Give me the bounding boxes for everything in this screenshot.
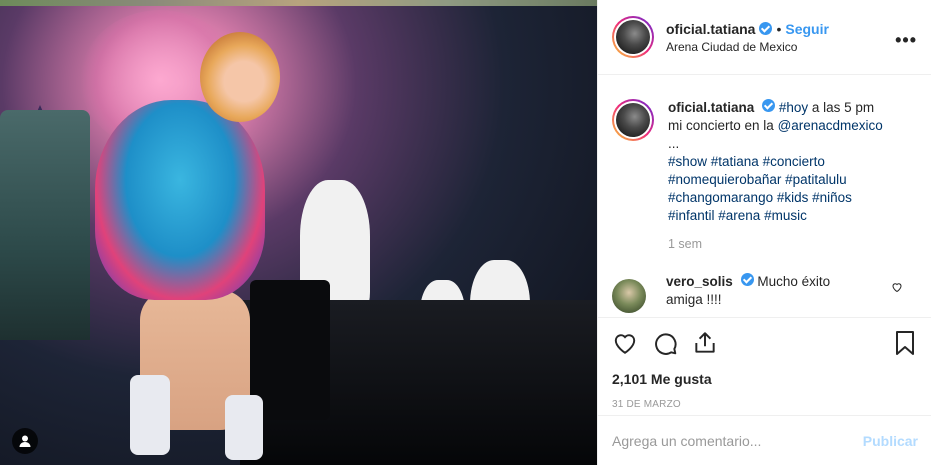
share-icon[interactable] bbox=[692, 330, 718, 356]
action-icons bbox=[612, 318, 917, 368]
caption: oficial.tatiana #hoy a las 5 pm mi conci… bbox=[612, 99, 917, 225]
likes-count[interactable]: 2,101 Me gusta bbox=[612, 371, 917, 387]
user-tag-icon bbox=[19, 435, 31, 447]
verified-icon bbox=[762, 99, 776, 112]
comment-item: vero_solis Mucho éxito amiga !!!! bbox=[612, 273, 917, 313]
add-comment-bar: Agrega un comentario... Publicar bbox=[598, 415, 931, 465]
publish-button[interactable]: Publicar bbox=[863, 433, 918, 449]
singer-head bbox=[200, 32, 280, 122]
singer-boot bbox=[225, 395, 263, 460]
location-link[interactable]: Arena Ciudad de Mexico bbox=[666, 40, 829, 54]
user-tag-button[interactable] bbox=[12, 428, 38, 454]
verified-icon bbox=[759, 22, 773, 35]
singer-boot bbox=[130, 375, 170, 455]
separator-dot: • bbox=[776, 20, 782, 37]
commenter-username[interactable]: vero_solis bbox=[666, 274, 733, 289]
hashtags-line[interactable]: #show #tatiana #concierto bbox=[668, 154, 825, 169]
hashtags-line[interactable]: #changomarango #kids #niños bbox=[668, 190, 852, 205]
hashtags-line[interactable]: #nomequierobañar #patitalulu bbox=[668, 172, 847, 187]
avatar-image bbox=[616, 20, 650, 54]
comment-input[interactable]: Agrega un comentario... bbox=[612, 433, 863, 449]
more-icon[interactable]: ••• bbox=[895, 30, 917, 51]
comment-icon[interactable] bbox=[652, 330, 678, 356]
follow-button[interactable]: Seguir bbox=[785, 21, 829, 37]
image-top-strip bbox=[0, 0, 597, 6]
bookmark-icon[interactable] bbox=[893, 330, 917, 356]
post-date[interactable]: 31 DE MARZO bbox=[612, 399, 917, 410]
hashtag-link[interactable]: #hoy bbox=[779, 100, 808, 115]
author-username[interactable]: oficial.tatiana bbox=[666, 21, 755, 37]
singer-dress bbox=[95, 100, 265, 300]
heart-small-icon[interactable] bbox=[891, 281, 903, 293]
heart-icon[interactable] bbox=[612, 330, 638, 356]
post-image[interactable] bbox=[0, 0, 597, 465]
post-side-panel: oficial.tatiana • Seguir Arena Ciudad de… bbox=[597, 0, 931, 465]
mention-link[interactable]: @arenacdmexico bbox=[778, 118, 883, 133]
avatar[interactable] bbox=[612, 16, 654, 58]
avatar-image bbox=[616, 103, 650, 137]
post-header: oficial.tatiana • Seguir Arena Ciudad de… bbox=[598, 0, 931, 75]
hashtags-line[interactable]: #infantil #arena #music bbox=[668, 208, 807, 223]
caption-ellipsis[interactable]: ... bbox=[668, 136, 679, 151]
castle-prop bbox=[0, 110, 90, 340]
comments-section: oficial.tatiana #hoy a las 5 pm mi conci… bbox=[598, 75, 931, 317]
caption-username[interactable]: oficial.tatiana bbox=[668, 100, 754, 115]
post-age[interactable]: 1 sem bbox=[668, 237, 917, 251]
commenter-avatar[interactable] bbox=[612, 279, 646, 313]
verified-icon bbox=[740, 273, 754, 286]
caption-avatar[interactable] bbox=[612, 99, 654, 141]
